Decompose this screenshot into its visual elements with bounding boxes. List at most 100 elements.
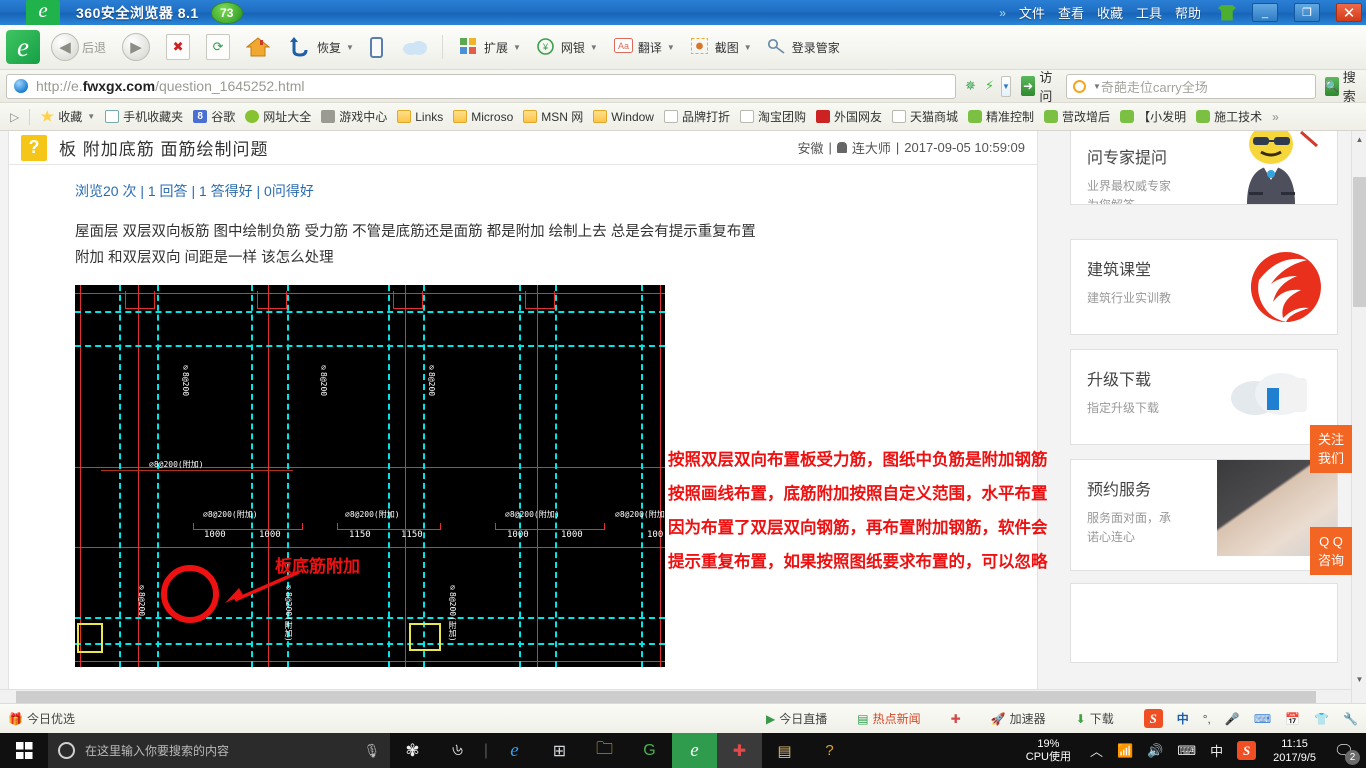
- promo-card-upgrade[interactable]: 升级下载 指定升级下载: [1070, 349, 1338, 445]
- bookmark-item-tax[interactable]: 营改增后: [1039, 106, 1115, 128]
- horizontal-scrollbar[interactable]: [0, 689, 1351, 703]
- download-button[interactable]: ⬇ 下载: [1076, 710, 1114, 727]
- search-input[interactable]: ▼ 奇葩走位carry全场: [1065, 73, 1316, 99]
- ime-punctuation-icon[interactable]: °,: [1203, 712, 1211, 726]
- taskbar-app-medical[interactable]: ✚: [717, 733, 762, 768]
- onlinebank-button[interactable]: ¥ 网银 ▼: [532, 30, 603, 64]
- cad-drawing-image[interactable]: ⌀8@200 ⌀8@200 ⌀8@200 ⌀8@200 ⌀8@200(附加) ⌀…: [75, 285, 665, 667]
- translate-button[interactable]: Aa 翻译 ▼: [609, 30, 680, 64]
- restore-session-button[interactable]: 恢复 ▼: [284, 30, 359, 64]
- ime-settings-icon[interactable]: 🔧: [1343, 712, 1358, 726]
- chevron-down-icon[interactable]: ▼: [346, 43, 354, 52]
- tray-expand-icon[interactable]: ︿: [1090, 741, 1103, 760]
- menu-tools[interactable]: 工具: [1136, 3, 1162, 22]
- menu-view[interactable]: 查看: [1058, 3, 1084, 22]
- go-button[interactable]: ➜ 访问: [1020, 70, 1058, 104]
- taskbar-app-sogou[interactable]: ✾: [390, 733, 435, 768]
- notification-center-button[interactable]: 🗨 2: [1326, 733, 1362, 768]
- browser-home-logo-icon[interactable]: [6, 30, 40, 64]
- wifi-icon[interactable]: 📶: [1117, 743, 1133, 759]
- taskbar-app-help[interactable]: ?: [807, 733, 852, 768]
- taskbar-app-store[interactable]: ⊞: [537, 733, 582, 768]
- volume-icon[interactable]: 🔊: [1147, 743, 1163, 759]
- ime-calendar-icon[interactable]: 📅: [1285, 712, 1300, 726]
- promo-card-appointment[interactable]: 预约服务 服务面对面，承 诺心连心: [1070, 459, 1338, 571]
- login-manager-button[interactable]: 登录管家: [763, 30, 845, 64]
- meta-author[interactable]: 连大师: [852, 138, 891, 157]
- sogou-tray-icon[interactable]: S: [1237, 741, 1257, 760]
- menu-file[interactable]: 文件: [1019, 3, 1045, 22]
- chevron-down-icon[interactable]: ▼: [87, 112, 95, 121]
- taskbar-app-glary[interactable]: G: [627, 733, 672, 768]
- bookmark-item-control[interactable]: 精准控制: [963, 106, 1039, 128]
- bookmark-item-google[interactable]: 8 谷歌: [188, 106, 240, 128]
- bookmark-item-games[interactable]: 游戏中心: [316, 106, 392, 128]
- start-button[interactable]: [0, 733, 48, 768]
- promo-card-extra[interactable]: [1070, 583, 1338, 663]
- bookmark-item-links[interactable]: Links: [392, 106, 448, 128]
- cloud-button[interactable]: [397, 30, 436, 64]
- vertical-scroll-thumb[interactable]: [1353, 177, 1366, 307]
- bookmark-item-tmall[interactable]: 天猫商城: [887, 106, 963, 128]
- chevron-down-icon[interactable]: ▼: [513, 43, 521, 52]
- stop-button[interactable]: ✖: [161, 30, 195, 64]
- horizontal-scroll-thumb[interactable]: [16, 691, 1316, 703]
- lightning-icon[interactable]: ⚡: [985, 78, 994, 94]
- taskbar-app-edge[interactable]: e: [492, 733, 537, 768]
- safety-score-badge[interactable]: 73: [210, 1, 243, 24]
- taskbar-app-notes[interactable]: ▤: [762, 733, 807, 768]
- minimize-button[interactable]: _: [1252, 3, 1278, 22]
- bookmark-item-msn[interactable]: MSN 网: [518, 106, 588, 128]
- address-input[interactable]: http://e.fwxgx.com/question_1645252.html: [6, 73, 956, 99]
- taskbar-app-swirl[interactable]: ৬: [435, 733, 480, 768]
- ime-skin-icon[interactable]: 👕: [1314, 712, 1329, 726]
- promo-card-classroom[interactable]: 建筑课堂 建筑行业实训教: [1070, 239, 1338, 335]
- shield-icon[interactable]: ✵: [965, 78, 976, 94]
- menu-favorites[interactable]: 收藏: [1097, 3, 1123, 22]
- taskbar-search-input[interactable]: 在这里输入你要搜索的内容 🎙: [48, 733, 390, 768]
- refresh-button[interactable]: ⟳: [201, 30, 235, 64]
- forward-button[interactable]: ▶: [117, 30, 155, 64]
- address-dropdown-button[interactable]: ▼: [1001, 75, 1011, 97]
- mobile-button[interactable]: [365, 30, 391, 64]
- medical-icon-button[interactable]: ✚: [951, 712, 961, 726]
- search-engine-icon[interactable]: [1072, 79, 1086, 93]
- taskbar-app-explorer[interactable]: 🗀: [582, 733, 627, 768]
- ime-lang-indicator[interactable]: 中: [1177, 710, 1189, 727]
- bookmark-item-hao123[interactable]: 网址大全: [240, 106, 316, 128]
- home-button[interactable]: [241, 30, 278, 64]
- microphone-icon[interactable]: 🎙: [363, 743, 380, 759]
- taskbar-clock[interactable]: 11:15 2017/9/5: [1273, 737, 1316, 765]
- bookmark-item-phone[interactable]: 手机收藏夹: [100, 106, 188, 128]
- menu-help[interactable]: 帮助: [1175, 3, 1201, 22]
- menu-overflow-icon[interactable]: »: [999, 6, 1006, 20]
- bookmark-item-microsoft[interactable]: Microso: [448, 106, 518, 128]
- accelerator-button[interactable]: 🚀 加速器: [991, 710, 1046, 727]
- back-button[interactable]: ◀ 后退: [46, 30, 111, 64]
- scroll-down-arrow-icon[interactable]: ▼: [1352, 671, 1366, 687]
- bookmark-item-window[interactable]: Window: [588, 106, 659, 128]
- sogou-ime-icon[interactable]: S: [1143, 709, 1163, 728]
- ime-lang-icon[interactable]: 中: [1210, 741, 1223, 760]
- ime-keyboard-icon[interactable]: ⌨: [1254, 712, 1271, 726]
- close-button[interactable]: ✕: [1336, 3, 1362, 22]
- search-button[interactable]: 🔍 搜索: [1324, 67, 1361, 105]
- bookmark-item-taobao[interactable]: 淘宝团购: [735, 106, 811, 128]
- bookmark-favorites[interactable]: 收藏 ▼: [35, 106, 100, 128]
- taskbar-app-360browser[interactable]: e: [672, 733, 717, 768]
- bookmark-item-invention[interactable]: 【小发明: [1115, 106, 1191, 128]
- chevron-down-icon[interactable]: ▼: [667, 43, 675, 52]
- restore-button[interactable]: ❐: [1294, 3, 1320, 22]
- qq-consult-button[interactable]: Q Q 咨询: [1310, 527, 1352, 575]
- bookmark-item-foreign[interactable]: 外国网友: [811, 106, 887, 128]
- bookmark-item-construction[interactable]: 施工技术: [1191, 106, 1267, 128]
- screenshot-button[interactable]: 截图 ▼: [686, 30, 757, 64]
- hot-news-button[interactable]: ▤ 热点新闻: [857, 710, 920, 727]
- ime-voice-icon[interactable]: 🎤: [1225, 712, 1240, 726]
- extensions-button[interactable]: 扩展 ▼: [455, 30, 526, 64]
- promo-card-ask-expert[interactable]: 问专家提问 业界最权威专家 为您解答: [1070, 131, 1338, 205]
- chevron-down-icon[interactable]: ▼: [744, 43, 752, 52]
- bookmark-item-brand[interactable]: 品牌打折: [659, 106, 735, 128]
- vertical-scrollbar[interactable]: ▲ ▼: [1351, 131, 1366, 703]
- live-button[interactable]: ▶ 今日直播: [766, 710, 827, 727]
